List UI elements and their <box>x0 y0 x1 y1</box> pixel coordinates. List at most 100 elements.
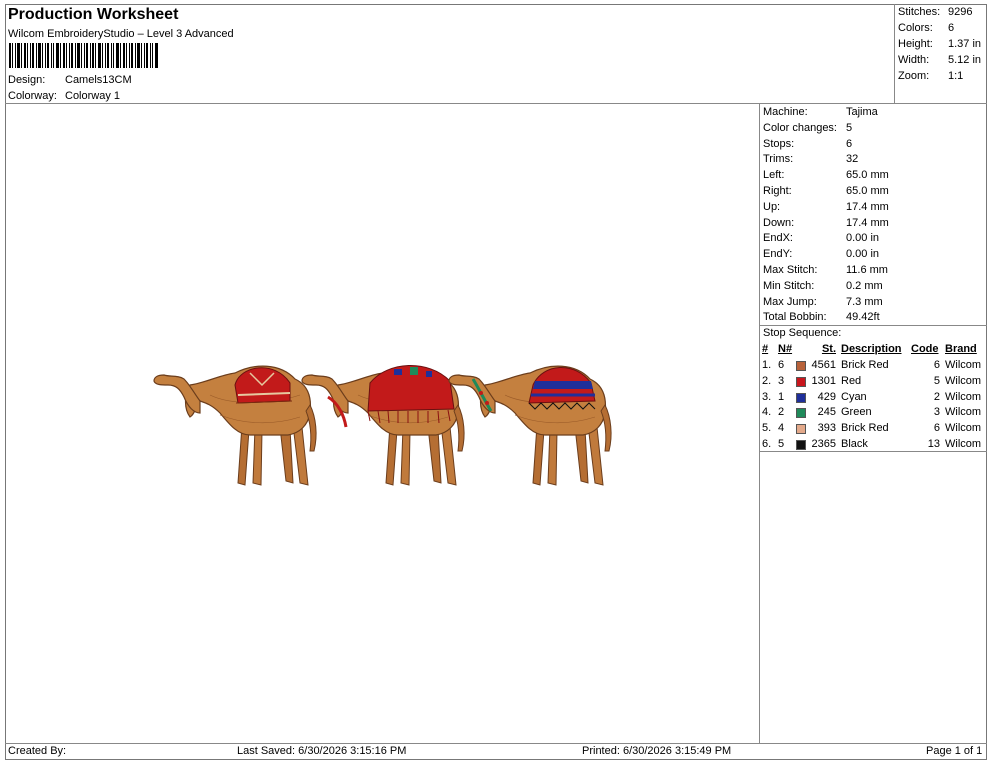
stat-label: Right: <box>763 185 792 197</box>
stat-value: Tajima <box>846 106 878 118</box>
stat-value: 0.00 in <box>846 248 880 260</box>
stat-value: 17.4 mm <box>846 217 889 229</box>
col-header-stitches: St. <box>821 343 836 355</box>
header-divider <box>5 103 987 104</box>
stat-label: EndX: <box>763 232 793 244</box>
stop-row-needle: 5 <box>778 438 785 450</box>
stop-row-needle: 1 <box>778 390 785 403</box>
stop-row-brand: Wilcom <box>945 406 982 419</box>
stat-value: 7.3 mm <box>846 296 883 308</box>
stop-sequence-title: Stop Sequence: <box>763 327 842 339</box>
stop-row-index: 6. <box>762 438 772 450</box>
stop-row-brand: Wilcom <box>945 359 982 371</box>
stop-row-needle: 6 <box>778 359 785 371</box>
stop-row-index: 2. <box>762 374 772 387</box>
stop-row-code: 6 <box>933 359 940 371</box>
stop-row-stitches: 245 <box>817 406 836 419</box>
stop-row-index: 4. <box>762 406 772 419</box>
summary-value: 1:1 <box>948 70 964 82</box>
summary-value: 5.12 in <box>948 54 982 66</box>
design-label: Design: <box>8 74 46 86</box>
stat-value: 6 <box>846 138 853 150</box>
summary-value: 9296 <box>948 6 973 18</box>
col-header-brand: Brand <box>945 343 977 355</box>
stop-row-needle: 3 <box>778 374 785 387</box>
col-header-code: Code <box>911 343 939 355</box>
stop-row-description: Brick Red <box>841 359 889 371</box>
camel-3 <box>448 365 612 486</box>
stop-row-description: Red <box>841 374 862 387</box>
stop-row-code: 2 <box>933 390 940 403</box>
stop-row-stitches: 1301 <box>811 374 836 387</box>
summary-label: Height: <box>898 38 933 50</box>
stat-value: 11.6 mm <box>846 264 888 276</box>
stat-label: Max Stitch: <box>763 264 818 276</box>
summary-label: Width: <box>898 54 930 66</box>
summary-label: Colors: <box>898 22 933 34</box>
stop-row-description: Brick Red <box>841 422 889 435</box>
summary-value: 6 <box>948 22 955 34</box>
stat-label: Left: <box>763 169 785 181</box>
stop-row-description: Black <box>841 438 868 450</box>
stop-row-index: 3. <box>762 390 772 403</box>
summary-label: Stitches: <box>898 6 941 18</box>
stop-row-color-swatch <box>796 392 806 403</box>
stat-label: Total Bobbin: <box>763 311 827 323</box>
colorway-value: Colorway 1 <box>65 90 121 102</box>
stop-row-stitches: 393 <box>817 422 836 435</box>
stop-row-stitches: 4561 <box>811 359 836 371</box>
footer-divider <box>5 743 987 744</box>
sidepanel-divider <box>759 103 760 744</box>
stop-row-brand: Wilcom <box>945 438 982 450</box>
col-header-num: # <box>762 343 769 355</box>
stop-row-code: 3 <box>933 406 940 419</box>
stop-row-needle: 4 <box>778 422 785 435</box>
colorway-label: Colorway: <box>8 90 57 102</box>
stat-value: 5 <box>846 122 853 134</box>
stat-value: 17.4 mm <box>846 201 889 213</box>
stat-value: 49.42ft <box>846 311 880 323</box>
stop-row-code: 13 <box>927 438 940 450</box>
summary-label: Zoom: <box>898 70 930 82</box>
design-value: Camels13CM <box>65 74 132 86</box>
stat-label: Min Stitch: <box>763 280 815 292</box>
stop-row-index: 1. <box>762 359 772 371</box>
stop-row-description: Cyan <box>841 390 867 403</box>
stat-label: Stops: <box>763 138 795 150</box>
stat-label: Down: <box>763 217 795 229</box>
camel-1 <box>153 365 317 486</box>
stat-value: 0.00 in <box>846 232 880 244</box>
stop-row-brand: Wilcom <box>945 422 982 435</box>
camel-2 <box>301 365 465 486</box>
barcode <box>9 43 158 68</box>
stat-label: Up: <box>763 201 781 213</box>
stop-row-color-swatch <box>796 361 806 371</box>
stop-row-index: 5. <box>762 422 772 435</box>
stop-row-color-swatch <box>796 408 806 419</box>
stat-value: 65.0 mm <box>846 185 889 197</box>
stat-value: 65.0 mm <box>846 169 889 181</box>
stop-row-brand: Wilcom <box>945 390 982 403</box>
stat-value: 32 <box>846 153 859 165</box>
summary-value: 1.37 in <box>948 38 982 50</box>
stop-row-brand: Wilcom <box>945 374 982 387</box>
stop-row-color-swatch <box>796 376 806 387</box>
stop-row-color-swatch <box>796 424 806 435</box>
stop-row-color-swatch <box>796 440 806 450</box>
stop-row-stitches: 2365 <box>811 438 836 450</box>
stop-sequence-bottom <box>759 451 987 452</box>
stat-label: EndY: <box>763 248 793 260</box>
stat-label: Color changes: <box>763 122 837 134</box>
col-header-needle: N# <box>778 343 793 355</box>
design-preview <box>153 365 612 486</box>
footer-last-saved: Last Saved: 6/30/2026 3:15:16 PM <box>237 745 407 757</box>
stop-row-code: 5 <box>933 374 940 387</box>
stop-row-needle: 2 <box>778 406 785 419</box>
stat-value: 0.2 mm <box>846 280 883 292</box>
stop-row-code: 6 <box>933 422 940 435</box>
stat-label: Trims: <box>763 153 794 165</box>
stats-divider <box>759 325 987 326</box>
stop-row-stitches: 429 <box>817 390 836 403</box>
footer-printed: Printed: 6/30/2026 3:15:49 PM <box>582 745 732 757</box>
summary-divider <box>894 4 895 104</box>
